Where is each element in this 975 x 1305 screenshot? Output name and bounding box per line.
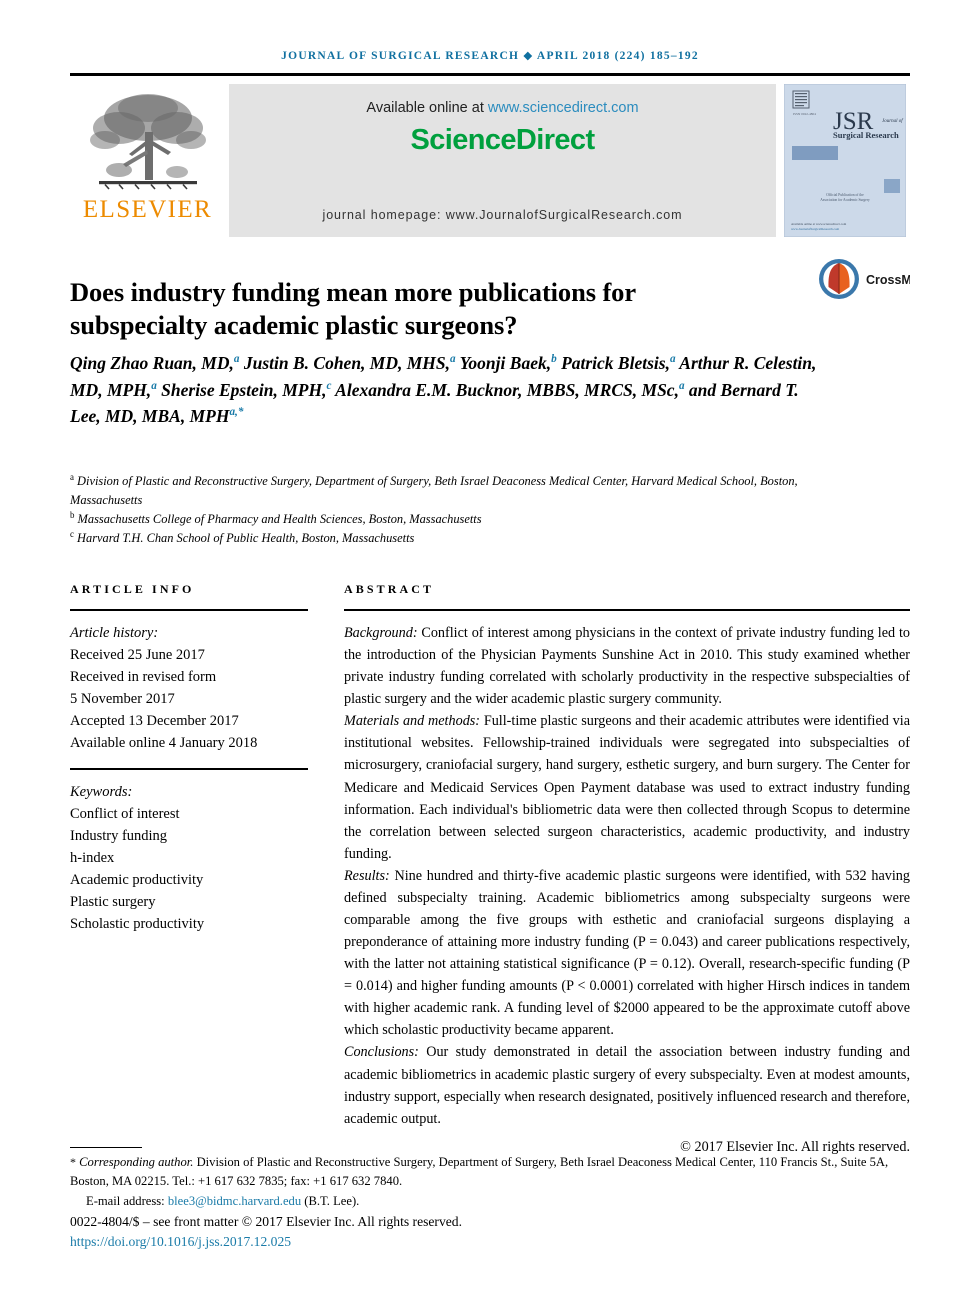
sciencedirect-band: Available online at www.sciencedirect.co… — [229, 84, 776, 237]
jsr-cover-image: ISSN 0022-4804 JSR Journal of Surgical R… — [784, 84, 906, 237]
journal-cover-thumbnail[interactable]: ISSN 0022-4804 JSR Journal of Surgical R… — [780, 84, 910, 237]
masthead-band: ELSEVIER Available online at www.science… — [70, 84, 910, 237]
crossmark-label: CrossMark — [866, 273, 910, 287]
sciencedirect-url-link[interactable]: www.sciencedirect.com — [488, 100, 639, 116]
abstract-section-text: Full-time plastic surgeons and their aca… — [344, 713, 910, 862]
article-info-heading: ARTICLE INFO — [70, 582, 195, 596]
corresponding-author-label: Corresponding author. — [79, 1155, 194, 1169]
abstract-section-text: Nine hundred and thirty-five academic pl… — [344, 867, 910, 1039]
svg-text:www.JournalofSurgicalResearch.: www.JournalofSurgicalResearch.com — [791, 227, 840, 231]
doi-link[interactable]: https://doi.org/10.1016/j.jss.2017.12.02… — [70, 1232, 690, 1252]
crossmark-icon: CrossMark — [819, 259, 910, 299]
article-info-column: ARTICLE INFO Article history: Received 2… — [70, 582, 308, 935]
abstract-section-label: Materials and methods: — [344, 713, 481, 730]
sciencedirect-wordmark[interactable]: ScienceDirect — [229, 124, 776, 157]
issn-front-matter-line: 0022-4804/$ – see front matter © 2017 El… — [70, 1214, 462, 1229]
abstract-section-label: Results: — [344, 867, 390, 884]
abstract-column: ABSTRACT Background: Conflict of interes… — [344, 582, 910, 1156]
header-rule — [70, 73, 910, 76]
abstract-rule — [344, 609, 910, 611]
journal-homepage-line[interactable]: journal homepage: www.JournalofSurgicalR… — [229, 208, 776, 222]
abstract-section: Results: Nine hundred and thirty-five ac… — [344, 865, 910, 1042]
available-online-line: Available online at www.sciencedirect.co… — [229, 100, 776, 116]
keywords-label: Keywords: — [70, 783, 133, 800]
keyword-item: Academic productivity — [70, 871, 204, 888]
corresponding-author-address: Division of Plastic and Reconstructive S… — [70, 1155, 889, 1188]
elsevier-tree-icon — [89, 94, 206, 190]
author-list: Qing Zhao Ruan, MD,a Justin B. Cohen, MD… — [70, 353, 817, 427]
history-item: 5 November 2017 — [70, 691, 175, 708]
keyword-item: Plastic surgery — [70, 893, 156, 910]
corresponding-author-line: * Corresponding author. Division of Plas… — [70, 1153, 915, 1190]
keyword-item: Scholastic productivity — [70, 915, 205, 932]
svg-text:Association for Academic Surge: Association for Academic Surgery — [820, 198, 870, 202]
abstract-section: Conclusions: Our study demonstrated in d… — [344, 1041, 910, 1129]
article-first-page: Journal of Surgical Research ◆ April 201… — [0, 0, 975, 1305]
history-item: Received 25 June 2017 — [70, 647, 205, 664]
keyword-item: Industry funding — [70, 827, 168, 844]
svg-text:Available online at www.scienc: Available online at www.sciencedirect.co… — [791, 222, 847, 226]
elsevier-logo: ELSEVIER — [70, 84, 225, 237]
article-history-label: Article history: — [70, 625, 159, 641]
keywords-rule — [70, 768, 308, 770]
elsevier-wordmark: ELSEVIER — [82, 196, 213, 223]
keyword-item: Conflict of interest — [70, 805, 180, 822]
history-item: Received in revised form — [70, 669, 217, 686]
email-link[interactable]: blee3@bidmc.harvard.edu — [168, 1194, 301, 1208]
svg-text:Surgical Research: Surgical Research — [833, 130, 899, 140]
affiliation-list: a Division of Plastic and Reconstructive… — [70, 471, 798, 545]
email-label: E-mail address: — [86, 1194, 165, 1209]
history-item: Available online 4 January 2018 — [70, 735, 258, 752]
abstract-section-label: Background: — [344, 625, 418, 641]
imprint-block: 0022-4804/$ – see front matter © 2017 El… — [70, 1212, 690, 1253]
available-online-prefix: Available online at — [366, 100, 488, 116]
footnote-rule — [70, 1147, 142, 1149]
abstract-heading: ABSTRACT — [344, 582, 435, 596]
page-title: Does industry funding mean more publicat… — [70, 276, 636, 341]
running-head: Journal of Surgical Research ◆ April 201… — [281, 50, 699, 62]
article-info-rule — [70, 609, 308, 611]
history-item: Accepted 13 December 2017 — [70, 713, 239, 730]
keywords-block: Keywords: Conflict of interest Industry … — [70, 781, 308, 935]
footnote-block: * Corresponding author. Division of Plas… — [70, 1153, 915, 1211]
abstract-body: Background: Conflict of interest among p… — [344, 622, 910, 1130]
svg-text:Journal of: Journal of — [882, 119, 903, 124]
article-history-block: Article history: Received 25 June 2017 R… — [70, 622, 308, 754]
email-owner: (B.T. Lee). — [304, 1194, 360, 1209]
keyword-item: h-index — [70, 849, 115, 866]
abstract-section-text: Conflict of interest among physicians in… — [344, 625, 910, 708]
abstract-section-text: Our study demonstrated in detail the ass… — [344, 1044, 910, 1127]
abstract-section: Materials and methods: Full-time plastic… — [344, 710, 910, 865]
svg-text:ISSN 0022-4804: ISSN 0022-4804 — [793, 112, 816, 116]
crossmark-badge[interactable]: CrossMark — [818, 256, 910, 302]
email-line: E-mail address: blee3@bidmc.harvard.edu … — [70, 1192, 915, 1211]
svg-text:Official Publication of the: Official Publication of the — [826, 193, 864, 197]
corresponding-marker: * — [70, 1155, 76, 1169]
abstract-section-label: Conclusions: — [344, 1044, 419, 1061]
abstract-section: Background: Conflict of interest among p… — [344, 622, 910, 710]
